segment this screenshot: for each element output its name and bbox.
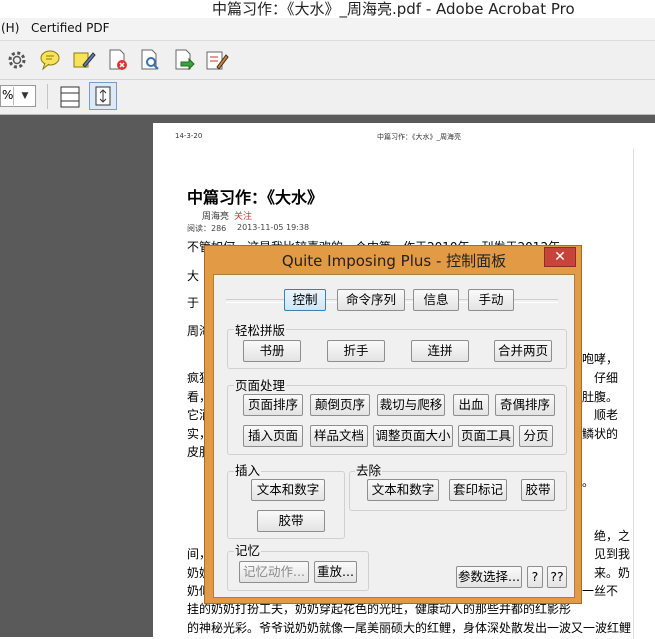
page-margin-line (633, 149, 634, 639)
booklet-button[interactable]: 书册 (243, 340, 301, 362)
menu-certified-pdf[interactable]: Certified PDF (31, 21, 110, 35)
page-sort-button[interactable]: 页面排序 (243, 394, 303, 416)
sample-document-button[interactable]: 样品文档 (310, 425, 368, 447)
text-line-bottom-2: 的神秘光彩。爷爷说奶奶就像一尾美丽硕大的红鲤，身体深处散发出一波又一波红鲤 (187, 621, 632, 635)
tab-control[interactable]: 控制 (284, 289, 326, 311)
comment-icon[interactable] (37, 47, 63, 73)
menu-bar: (H) Certified PDF (0, 18, 655, 41)
zoom-value: % (2, 88, 14, 102)
document-background (0, 115, 153, 637)
article-date: 2013-11-05 19:38 (237, 223, 310, 232)
text-fragment: 咆哮， (582, 352, 619, 366)
dialog-body: 控制 命令序列 信息 手动 轻松拼版 书册 折手 连拼 合并两页 页面处理 页面… (213, 274, 575, 598)
article-title: 中篇习作：《大水》 (187, 188, 324, 207)
page-tools-button[interactable]: 页面工具 (458, 425, 514, 447)
text-fragment: 鳞状的 (582, 427, 619, 441)
dialog-title: Quite Imposing Plus - 控制面板 (281, 252, 507, 270)
memorize-action-button[interactable]: 记忆动作... (239, 561, 309, 583)
window-titlebar: 中篇习作：《大水》_周海亮.pdf - Adobe Acrobat Pro (0, 0, 655, 18)
remove-label: 去除 (355, 460, 383, 479)
article-author[interactable]: 周海亮 (202, 209, 229, 222)
page-header-title: 中篇习作：《大水》_周海亮 (377, 133, 461, 141)
text-fragment: 。 (582, 475, 595, 489)
text-fragment: 于 (187, 296, 200, 310)
fit-page-button[interactable] (89, 82, 117, 110)
extended-help-button[interactable]: ?? (547, 566, 567, 588)
page-processing-label: 页面处理 (234, 375, 287, 394)
document-search-icon[interactable] (137, 47, 163, 73)
odd-even-sort-button[interactable]: 奇偶排序 (495, 394, 555, 416)
document-export-icon[interactable] (171, 47, 197, 73)
text-fragment: 肚腹。 (582, 390, 619, 404)
remove-registration-marks-button[interactable]: 套印标记 (449, 479, 507, 501)
text-fragment: 一丝不 (582, 584, 619, 598)
fit-page-icon (95, 86, 111, 106)
reverse-pages-button[interactable]: 颠倒页序 (310, 394, 370, 416)
document-remove-icon[interactable] (105, 47, 131, 73)
text-fragment: 仔细 (594, 371, 619, 385)
toolbar-divider (47, 84, 48, 109)
gear-icon[interactable] (4, 47, 30, 73)
toolbar-view: % ▼ (0, 80, 655, 115)
bleed-button[interactable]: 出血 (453, 394, 489, 416)
dialog-close-button[interactable]: ✕ (544, 247, 576, 267)
text-fragment: 顺老 (594, 408, 619, 422)
quite-imposing-dialog: Quite Imposing Plus - 控制面板 ✕ 控制 命令序列 信息 … (204, 245, 582, 604)
tab-manual[interactable]: 手动 (468, 289, 514, 311)
resize-pages-button[interactable]: 调整页面大小 (373, 425, 453, 447)
remove-text-numbers-button[interactable]: 文本和数字 (367, 479, 439, 501)
easy-imposition-label: 轻松拼版 (234, 320, 287, 339)
zoom-field[interactable]: % ▼ (0, 85, 36, 107)
text-fragment: 绝，之 (594, 529, 631, 543)
toolbar-main (0, 41, 655, 80)
insert-text-numbers-button[interactable]: 文本和数字 (251, 479, 325, 501)
text-fragment: 见到我 (594, 547, 631, 561)
article-read-count: 阅读：286 (187, 224, 227, 233)
insert-tape-button[interactable]: 胶带 (257, 510, 325, 532)
page-header-date: 14-3-20 (175, 132, 203, 140)
help-button[interactable]: ? (527, 566, 543, 588)
remove-tape-button[interactable]: 胶带 (521, 479, 555, 501)
tab-command-sequence[interactable]: 命令序列 (337, 289, 405, 311)
split-pages-button[interactable]: 分页 (519, 425, 553, 447)
insert-label: 插入 (234, 460, 262, 479)
preferences-button[interactable]: 参数选择... (456, 566, 522, 588)
tab-info[interactable]: 信息 (413, 289, 459, 311)
merge-two-pages-button[interactable]: 合并两页 (494, 340, 552, 362)
menu-help[interactable]: (H) (1, 21, 19, 35)
trim-creep-button[interactable]: 裁切与爬移 (377, 394, 445, 416)
insert-pages-button[interactable]: 插入页面 (243, 425, 303, 447)
memory-label: 记忆 (234, 540, 262, 559)
document-background-top (153, 115, 655, 123)
sign-pen-icon[interactable] (71, 47, 97, 73)
window-title: 中篇习作：《大水》_周海亮.pdf - Adobe Acrobat Pro (212, 0, 575, 18)
text-fragment: 大 (187, 269, 200, 283)
text-fragment: 来。奶 (594, 566, 631, 580)
replay-button[interactable]: 重放... (314, 561, 357, 583)
form-edit-icon[interactable] (203, 47, 229, 73)
chevron-down-icon[interactable]: ▼ (13, 87, 36, 105)
signature-button[interactable]: 折手 (327, 340, 385, 362)
n-up-button[interactable]: 连拼 (411, 340, 469, 362)
scroll-mode-icon[interactable] (58, 85, 82, 109)
follow-link[interactable]: 关注 (234, 209, 252, 222)
